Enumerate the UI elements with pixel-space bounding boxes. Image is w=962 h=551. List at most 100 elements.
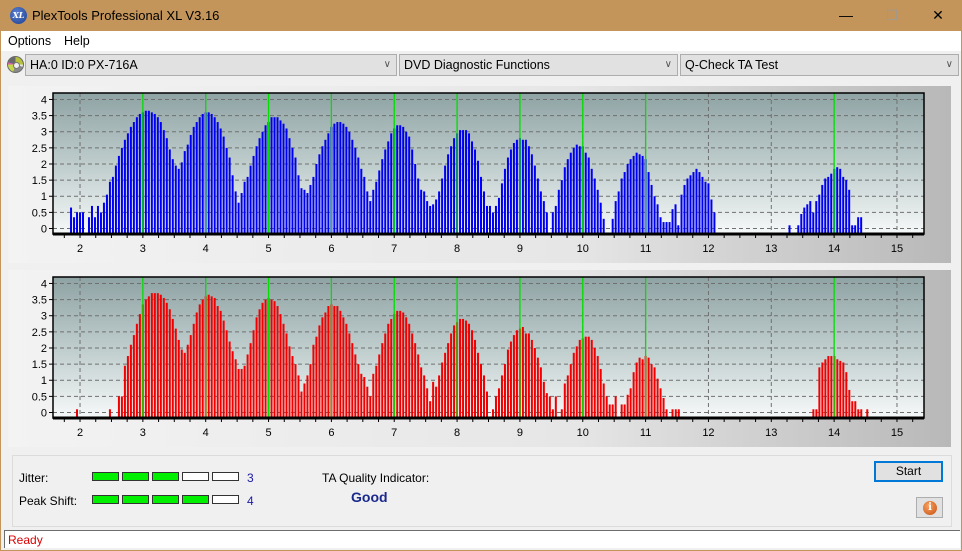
- histogram-bar: [231, 351, 234, 418]
- histogram-bar: [426, 388, 429, 418]
- histogram-bar: [836, 167, 839, 234]
- info-icon: i: [923, 501, 937, 515]
- info-button[interactable]: i: [916, 497, 943, 518]
- histogram-bar: [629, 388, 632, 418]
- histogram-bar: [246, 176, 249, 234]
- histogram-bar: [545, 393, 548, 418]
- histogram-bar: [147, 296, 150, 418]
- y-tick-label: 3.5: [32, 111, 47, 123]
- histogram-bar: [372, 373, 375, 418]
- histogram-bar: [273, 301, 276, 418]
- histogram-bar: [186, 344, 189, 418]
- histogram-bar: [270, 299, 273, 418]
- menu-options[interactable]: Options: [8, 34, 51, 48]
- histogram-bar: [836, 359, 839, 418]
- histogram-bar: [195, 312, 198, 418]
- histogram-bar: [842, 362, 845, 418]
- histogram-bar: [156, 293, 159, 418]
- histogram-bar: [378, 170, 381, 234]
- histogram-bar: [357, 157, 360, 234]
- histogram-bar: [468, 323, 471, 418]
- histogram-bar: [465, 320, 468, 418]
- test-select[interactable]: Q-Check TA Test ∨: [680, 54, 959, 76]
- histogram-bar: [468, 133, 471, 234]
- histogram-bar: [192, 323, 195, 418]
- histogram-bar: [387, 141, 390, 234]
- histogram-bar: [578, 146, 581, 234]
- histogram-bar: [485, 205, 488, 234]
- y-tick-label: 3.5: [32, 295, 47, 307]
- histogram-bar: [441, 178, 444, 234]
- histogram-bar: [228, 157, 231, 234]
- histogram-bar: [270, 117, 273, 234]
- histogram-bar: [279, 314, 282, 418]
- histogram-bar: [351, 343, 354, 418]
- histogram-bar: [363, 176, 366, 234]
- histogram-bar: [608, 404, 611, 418]
- histogram-bar: [674, 204, 677, 234]
- function-select-value: DVD Diagnostic Functions: [404, 58, 550, 72]
- histogram-bar: [183, 352, 186, 418]
- histogram-bar: [854, 401, 857, 418]
- histogram-bar: [429, 401, 432, 418]
- histogram-bar: [447, 154, 450, 234]
- histogram-bar: [659, 217, 662, 234]
- function-select[interactable]: DVD Diagnostic Functions ∨: [399, 54, 678, 76]
- histogram-bar: [288, 138, 291, 234]
- y-tick-label: 1.5: [32, 359, 47, 371]
- histogram-bar: [560, 180, 563, 234]
- histogram-bar: [351, 139, 354, 234]
- x-tick-label: 3: [140, 427, 146, 439]
- histogram-bar: [366, 386, 369, 418]
- histogram-bar: [617, 191, 620, 234]
- histogram-bar: [542, 381, 545, 418]
- histogram-bar: [857, 217, 860, 234]
- histogram-bar: [614, 201, 617, 234]
- histogram-bar: [249, 165, 252, 234]
- histogram-bar: [590, 168, 593, 234]
- histogram-bar: [602, 218, 605, 234]
- histogram-bar: [486, 391, 489, 418]
- histogram-bar: [402, 312, 405, 418]
- histogram-bar: [312, 176, 315, 234]
- histogram-bar: [339, 122, 342, 234]
- start-button[interactable]: Start: [874, 461, 943, 482]
- histogram-bar: [390, 318, 393, 418]
- histogram-bar: [839, 360, 842, 418]
- drive-select[interactable]: HA:0 ID:0 PX-716A ∨: [25, 54, 397, 76]
- chevron-down-icon: ∨: [945, 59, 953, 70]
- close-button[interactable]: ✕: [915, 0, 961, 31]
- histogram-bar: [569, 152, 572, 234]
- histogram-bar: [117, 155, 120, 234]
- histogram-bar: [671, 209, 674, 234]
- histogram-bar: [662, 222, 665, 234]
- histogram-bar: [228, 341, 231, 418]
- histogram-bar: [641, 155, 644, 234]
- histogram-bar: [515, 139, 518, 234]
- histogram-bar: [345, 323, 348, 418]
- chevron-down-icon: ∨: [664, 59, 672, 70]
- histogram-bar: [554, 205, 557, 234]
- histogram-bar: [824, 359, 827, 418]
- histogram-bar: [297, 375, 300, 418]
- histogram-bar: [144, 299, 147, 418]
- histogram-bar: [462, 130, 465, 234]
- histogram-bar: [237, 368, 240, 418]
- histogram-bar: [306, 193, 309, 234]
- maximize-button[interactable]: ☐: [869, 0, 915, 31]
- menu-help[interactable]: Help: [64, 34, 90, 48]
- histogram-bar: [189, 134, 192, 234]
- histogram-bar: [414, 343, 417, 418]
- histogram-bar: [258, 138, 261, 234]
- histogram-bar: [539, 191, 542, 234]
- histogram-bar: [542, 201, 545, 234]
- histogram-bar: [656, 378, 659, 418]
- window-title: PlexTools Professional XL V3.16: [32, 8, 220, 23]
- histogram-bar: [396, 125, 399, 234]
- peak-shift-segment: [92, 495, 119, 504]
- histogram-bar: [73, 217, 76, 234]
- histogram-bar: [216, 122, 219, 234]
- minimize-button[interactable]: —: [823, 0, 869, 31]
- histogram-bar: [207, 112, 210, 234]
- histogram-bar: [521, 139, 524, 234]
